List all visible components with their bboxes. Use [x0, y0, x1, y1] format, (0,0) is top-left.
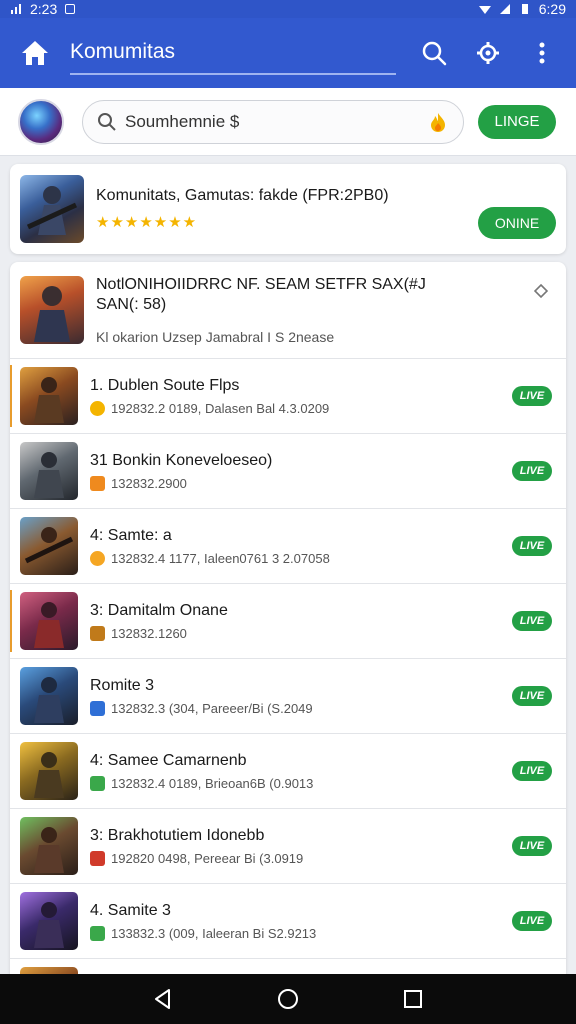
- home-circle-icon[interactable]: [275, 986, 301, 1012]
- item-thumbnail: [20, 367, 78, 425]
- item-subtitle: 132832.4 0189, Brieoan6B (0.9013: [111, 775, 314, 791]
- list-item[interactable]: Romite 3 132832.3 (304, Pareeer/Bi (S.20…: [10, 659, 566, 734]
- featured-card[interactable]: Komunitats, Gamutas: fakde (FPR:2PB0) ★★…: [10, 164, 566, 254]
- list-header-item[interactable]: NotlONIHOIIDRRC NF. SEAM SETFR SAX(#J SA…: [10, 262, 566, 359]
- live-badge[interactable]: LIVE: [512, 461, 552, 481]
- system-nav-bar: [0, 974, 576, 1024]
- wifi-icon: [478, 6, 491, 14]
- item-subtitle: 192832.2 0189, Dalasen Bal 4.3.0209: [111, 400, 330, 416]
- item-title: 4. Samite 3: [90, 901, 171, 919]
- title-underline: Komumitas: [70, 31, 396, 75]
- item-subtitle: 192820 0498, Pereear Bi (3.0919: [111, 850, 304, 866]
- badge-icon: [90, 850, 105, 866]
- list-item[interactable]: 31 Bonkin Koneveloeseo) 132832.2900 LIVE: [10, 434, 566, 509]
- search-placeholder: Soumhemnie $: [125, 111, 240, 131]
- battery-icon: [521, 4, 528, 14]
- item-title: 31 Bonkin Koneveloeseo): [90, 451, 273, 469]
- list-item[interactable]: 3: Damitalm Onane 132832.1260 LIVE: [10, 584, 566, 659]
- back-icon[interactable]: [150, 986, 176, 1012]
- item-title: 3: Damitalm Onane: [90, 601, 228, 619]
- item-thumbnail: [20, 742, 78, 800]
- badge-icon: [90, 625, 105, 641]
- search-row: Soumhemnie $ LINGE: [0, 88, 576, 156]
- item-title: 1. Dublen Soute Flps: [90, 376, 240, 394]
- star-rating: ★★★★★★★: [96, 214, 198, 231]
- search-input[interactable]: Soumhemnie $: [82, 99, 464, 144]
- coin-icon: [90, 400, 105, 416]
- badge-icon: [90, 700, 105, 716]
- diamond-icon[interactable]: [534, 284, 548, 298]
- item-subtitle: 132832.2900: [111, 475, 187, 491]
- recents-icon[interactable]: [400, 986, 426, 1012]
- list-item[interactable]: 4: Samee Camarnenb 132832.4 0189, Brieoa…: [10, 734, 566, 809]
- live-badge[interactable]: LIVE: [512, 611, 552, 631]
- more-vert-icon[interactable]: [526, 37, 558, 69]
- featured-title: Komunitats, Gamutas: fakde (FPR:2PB0): [96, 187, 389, 204]
- status-time-right: 6:29: [538, 1, 566, 17]
- item-title: Romite 3: [90, 676, 155, 694]
- list-item[interactable]: 4. Samite 3 133832.3 (009, Ialeeran Bi S…: [10, 884, 566, 959]
- list-item[interactable]: 4: Samte: a 132832.4 1177, Ialeen0761 3 …: [10, 509, 566, 584]
- list-item[interactable]: 1. Dublen Soute Flps 192832.2 0189, Dala…: [10, 359, 566, 434]
- item-title: 4: Samte: a: [90, 526, 172, 544]
- live-badge[interactable]: LIVE: [512, 911, 552, 931]
- item-subtitle: 132832.4 1177, Ialeen0761 3 2.07058: [111, 550, 330, 566]
- live-badge[interactable]: LIVE: [512, 536, 552, 556]
- live-badge[interactable]: LIVE: [512, 836, 552, 856]
- live-badge[interactable]: LIVE: [512, 386, 552, 406]
- header-subtitle: Kl okarion Uzsep Jamabral I S 2nease: [96, 329, 335, 345]
- item-title: 4: Samee Camarnenb: [90, 751, 247, 769]
- online-button[interactable]: ONINE: [478, 207, 556, 239]
- emoji-icon: [90, 550, 105, 566]
- featured-thumbnail: [20, 175, 84, 243]
- live-badge[interactable]: LIVE: [512, 761, 552, 781]
- badge-icon: [90, 775, 105, 791]
- badge-icon: [90, 925, 105, 941]
- item-thumbnail: [20, 592, 78, 650]
- settings-gear-icon[interactable]: [472, 37, 504, 69]
- header-title: NotlONIHOIIDRRC NF. SEAM SETFR SAX(#J SA…: [96, 276, 426, 313]
- app-bar: Komumitas: [0, 18, 576, 88]
- status-bar: 2:23 6:29: [0, 0, 576, 18]
- status-time-left: 2:23: [30, 1, 58, 17]
- item-thumbnail: [20, 517, 78, 575]
- fire-icon: [431, 112, 445, 132]
- live-button[interactable]: LINGE: [478, 104, 556, 139]
- item-thumbnail: [20, 667, 78, 725]
- item-subtitle: 132832.1260: [111, 625, 187, 641]
- item-thumbnail: [20, 892, 78, 950]
- item-subtitle: 133832.3 (009, Ialeeran Bi S2.9213: [111, 925, 317, 941]
- home-icon[interactable]: [18, 36, 52, 70]
- notification-icon: [65, 4, 76, 14]
- app-title: Komumitas: [70, 40, 176, 63]
- list-item[interactable]: 3: Brakhotutiem Idonebb 192820 0498, Per…: [10, 809, 566, 884]
- avatar[interactable]: [18, 98, 64, 145]
- search-icon: [98, 112, 116, 131]
- badge-icon: [90, 475, 105, 491]
- item-thumbnail: [20, 817, 78, 875]
- community-list: NotlONIHOIIDRRC NF. SEAM SETFR SAX(#J SA…: [10, 262, 566, 976]
- search-icon[interactable]: [418, 37, 450, 69]
- header-thumbnail: [20, 276, 84, 344]
- cell-signal-icon: [499, 4, 510, 14]
- item-subtitle: 132832.3 (304, Pareeer/Bi (S.2049: [111, 700, 313, 716]
- item-title: 3: Brakhotutiem Idonebb: [90, 826, 265, 844]
- live-badge[interactable]: LIVE: [512, 686, 552, 706]
- item-thumbnail: [20, 442, 78, 500]
- signal-bars-icon: [11, 4, 21, 14]
